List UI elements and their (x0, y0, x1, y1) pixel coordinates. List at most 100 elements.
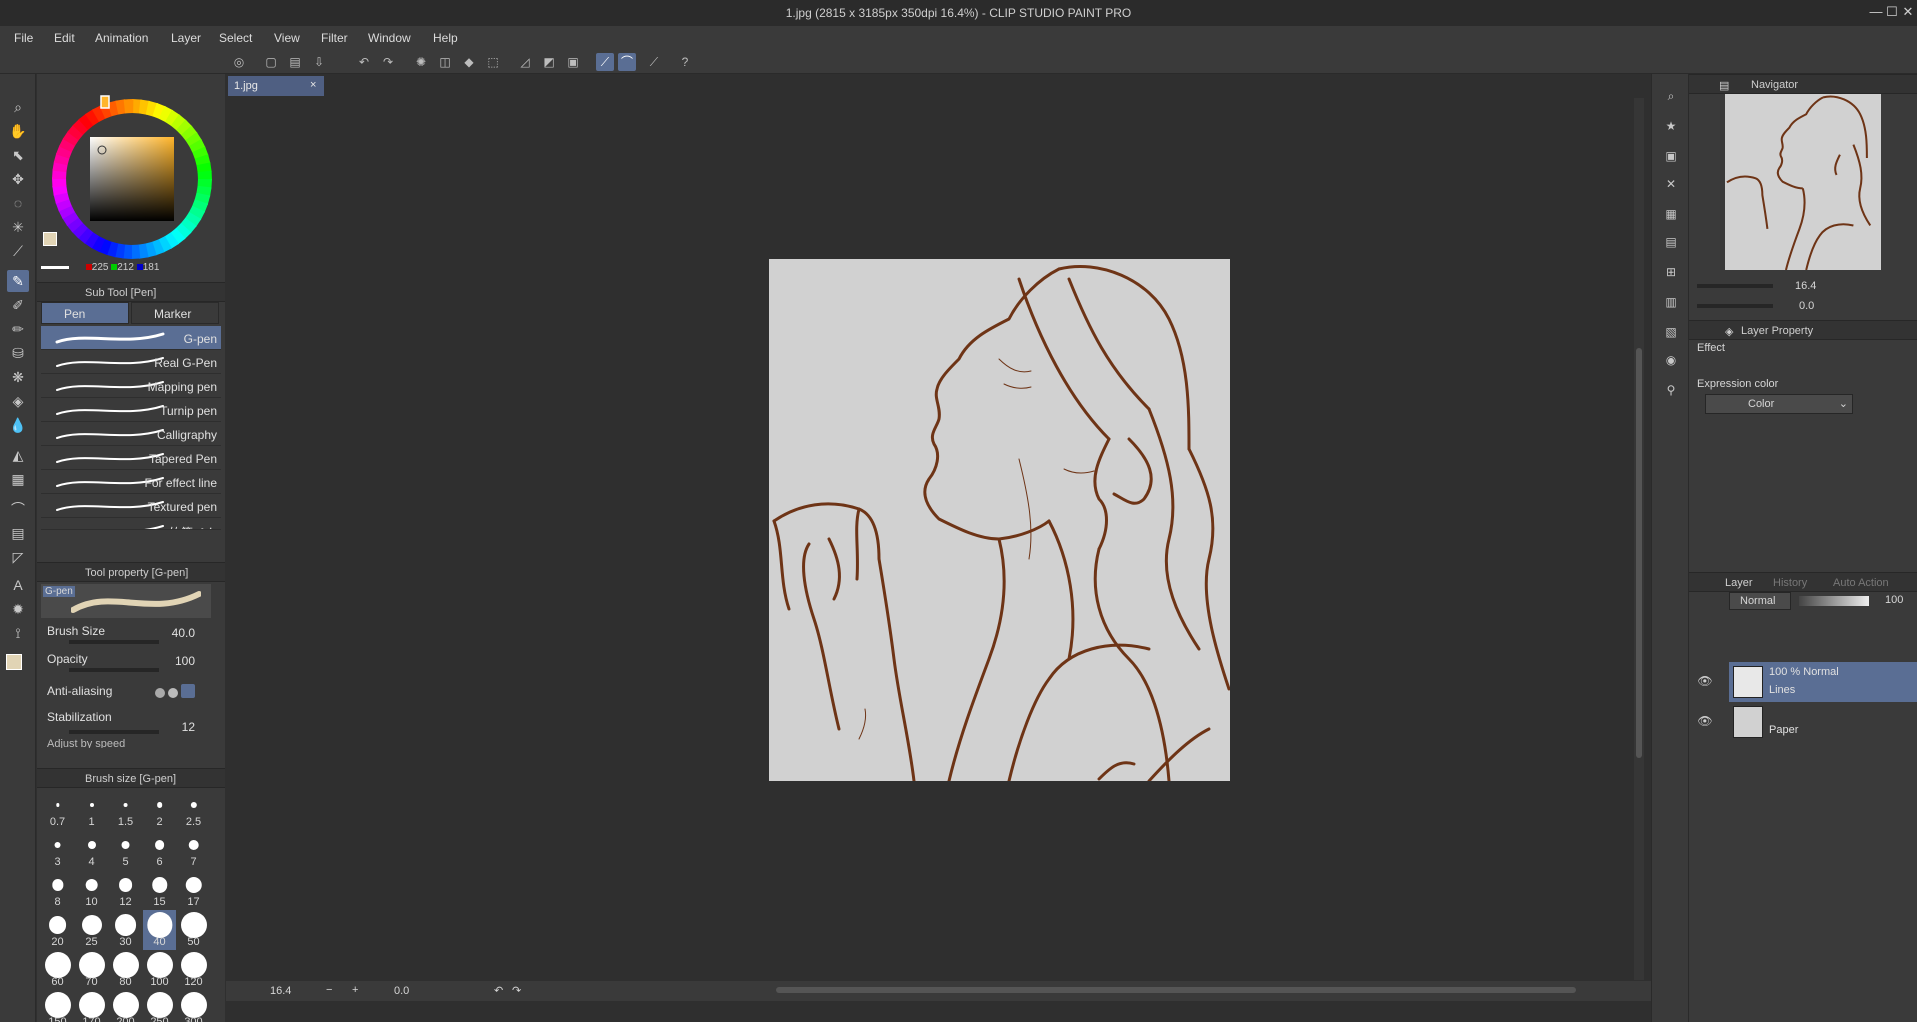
brush-size-cell[interactable]: 2.5 (177, 790, 210, 830)
help-icon[interactable]: ? (676, 53, 694, 71)
brush-tool-icon[interactable]: ✏ (7, 318, 29, 340)
brush-size-cell[interactable]: 4 (75, 830, 108, 870)
eyedropper-tool-icon[interactable]: ⟋ (7, 240, 29, 262)
brush-size-cell[interactable]: 300 (177, 990, 210, 1022)
layer-opacity-slider[interactable] (1799, 596, 1869, 606)
3d-material-icon[interactable]: ▥ (1661, 292, 1681, 312)
menu-animation[interactable]: Animation (95, 31, 148, 45)
brush-size-cell[interactable]: 120 (177, 950, 210, 990)
brush-size-cell[interactable]: 60 (41, 950, 74, 990)
frame-tool-icon[interactable]: ▤ (7, 522, 29, 544)
snap-grid-icon[interactable]: ⟋ (645, 53, 663, 71)
search-layer-icon[interactable]: ⌕ (1661, 86, 1681, 106)
save-icon[interactable]: ⇩ (310, 53, 328, 71)
menu-view[interactable]: View (274, 31, 300, 45)
zoom-out-icon[interactable]: − (326, 984, 332, 996)
maximize-button[interactable]: ☐ (1884, 4, 1900, 20)
delete-material-icon[interactable]: ✕ (1661, 174, 1681, 194)
menu-edit[interactable]: Edit (54, 31, 75, 45)
brush-size-cell[interactable]: 200 (109, 990, 142, 1022)
airbrush-tool-icon[interactable]: ⛁ (7, 342, 29, 364)
canvas-paper[interactable] (769, 259, 1230, 781)
menu-select[interactable]: Select (219, 31, 252, 45)
undo-icon[interactable]: ↶ (355, 53, 373, 71)
opacity-slider[interactable] (69, 668, 159, 672)
navigator-preview[interactable] (1725, 94, 1881, 270)
pose-material-icon[interactable]: ▧ (1661, 322, 1681, 342)
sub-tool-item[interactable]: G-pen (41, 326, 221, 350)
fill-icon[interactable]: ◆ (460, 53, 478, 71)
vertical-scrollbar[interactable] (1634, 98, 1644, 980)
eye-icon[interactable]: 👁 (1697, 674, 1713, 690)
menu-window[interactable]: Window (368, 31, 411, 45)
minimize-button[interactable]: — (1868, 4, 1884, 20)
brush-size-value[interactable]: 40.0 (172, 626, 195, 640)
vertical-scroll-thumb[interactable] (1636, 348, 1642, 758)
adjust-by-speed[interactable]: Adjust by speed (47, 738, 125, 748)
brush-size-cell[interactable]: 1.5 (109, 790, 142, 830)
brush-size-cell[interactable]: 80 (109, 950, 142, 990)
document-tab-close[interactable]: × (310, 79, 316, 91)
stabilization-row[interactable]: Stabilization 12 (47, 710, 213, 736)
pencil-tool-icon[interactable]: ✐ (7, 294, 29, 316)
brush-size-cell[interactable]: 6 (143, 830, 176, 870)
brush-size-cell[interactable]: 1 (75, 790, 108, 830)
brush-size-cell[interactable]: 15 (143, 870, 176, 910)
navigator-angle-slider[interactable] (1697, 304, 1773, 308)
close-button[interactable]: ✕ (1900, 4, 1916, 20)
eraser-tool-icon[interactable]: ◈ (7, 390, 29, 412)
color-wheel[interactable] (47, 94, 217, 264)
brush-size-cell[interactable]: 40 (143, 910, 176, 950)
blend-mode-dropdown[interactable]: Normal (1729, 592, 1791, 610)
sub-tool-item[interactable]: Mapping pen (41, 374, 221, 398)
sub-tool-item[interactable]: Textured pen (41, 494, 221, 518)
snap-ruler-icon[interactable]: ⟋ (596, 53, 614, 71)
brush-size-cell[interactable]: 2 (143, 790, 176, 830)
brush-size-cell[interactable]: 0.7 (41, 790, 74, 830)
brush-size-cell[interactable]: 10 (75, 870, 108, 910)
opacity-row[interactable]: Opacity 100 (47, 652, 213, 678)
document-tab[interactable]: 1.jpg × (228, 76, 324, 96)
redo-icon[interactable]: ↷ (379, 53, 397, 71)
app-icon[interactable]: ◎ (230, 53, 248, 71)
correct-line-tool-icon[interactable]: ⟟ (7, 622, 29, 644)
zoom-readout[interactable]: 16.4 (270, 985, 291, 997)
ruler-tool-icon[interactable]: ◸ (7, 546, 29, 568)
move-layer-tool-icon[interactable]: ✥ (7, 168, 29, 190)
image-material-icon[interactable]: ▤ (1661, 232, 1681, 252)
favorites-icon[interactable]: ★ (1661, 116, 1681, 136)
hand-tool-icon[interactable]: ✋ (7, 120, 29, 142)
navigator-zoom[interactable]: 16.4 (1795, 280, 1816, 292)
clear-outside-icon[interactable]: ◫ (436, 53, 454, 71)
brush-size-row[interactable]: Brush Size 40.0 (47, 624, 213, 650)
stabilization-slider[interactable] (69, 730, 159, 734)
menu-help[interactable]: Help (433, 31, 458, 45)
manga-material-icon[interactable]: ⊞ (1661, 262, 1681, 282)
color-panel-main-swatch[interactable] (43, 232, 57, 246)
layer-row-paper[interactable]: 👁 Paper (1697, 702, 1917, 742)
fill-tool-icon[interactable]: ◭ (7, 444, 29, 466)
stabilization-value[interactable]: 12 (182, 720, 195, 734)
menu-layer[interactable]: Layer (171, 31, 201, 45)
magic-wand-tool-icon[interactable]: ✳ (7, 216, 29, 238)
horizontal-scroll-thumb[interactable] (776, 987, 1576, 993)
clear-icon[interactable]: ✺ (412, 53, 430, 71)
brush-size-cell[interactable]: 20 (41, 910, 74, 950)
brush-size-cell[interactable]: 25 (75, 910, 108, 950)
new-file-icon[interactable]: ▢ (262, 53, 280, 71)
tone-material-icon[interactable]: ▦ (1661, 204, 1681, 224)
material-icon[interactable]: ▣ (1661, 146, 1681, 166)
brush-size-cell[interactable]: 250 (143, 990, 176, 1022)
figure-tool-icon[interactable]: ⌒ (7, 498, 29, 520)
sub-tool-item[interactable]: Tapered Pen (41, 446, 221, 470)
transform-icon[interactable]: ⬚ (484, 53, 502, 71)
zoom-tool-icon[interactable]: ⌕ (7, 96, 29, 118)
antialiasing-row[interactable]: Anti-aliasing (47, 684, 213, 710)
open-file-icon[interactable]: ▤ (286, 53, 304, 71)
brush-size-cell[interactable]: 8 (41, 870, 74, 910)
gradient-tool-icon[interactable]: ▦ (7, 468, 29, 490)
brush-size-cell[interactable]: 150 (41, 990, 74, 1022)
brush-size-cell[interactable]: 17 (177, 870, 210, 910)
main-color-swatch[interactable] (6, 654, 22, 670)
tab-history[interactable]: History (1773, 577, 1807, 589)
